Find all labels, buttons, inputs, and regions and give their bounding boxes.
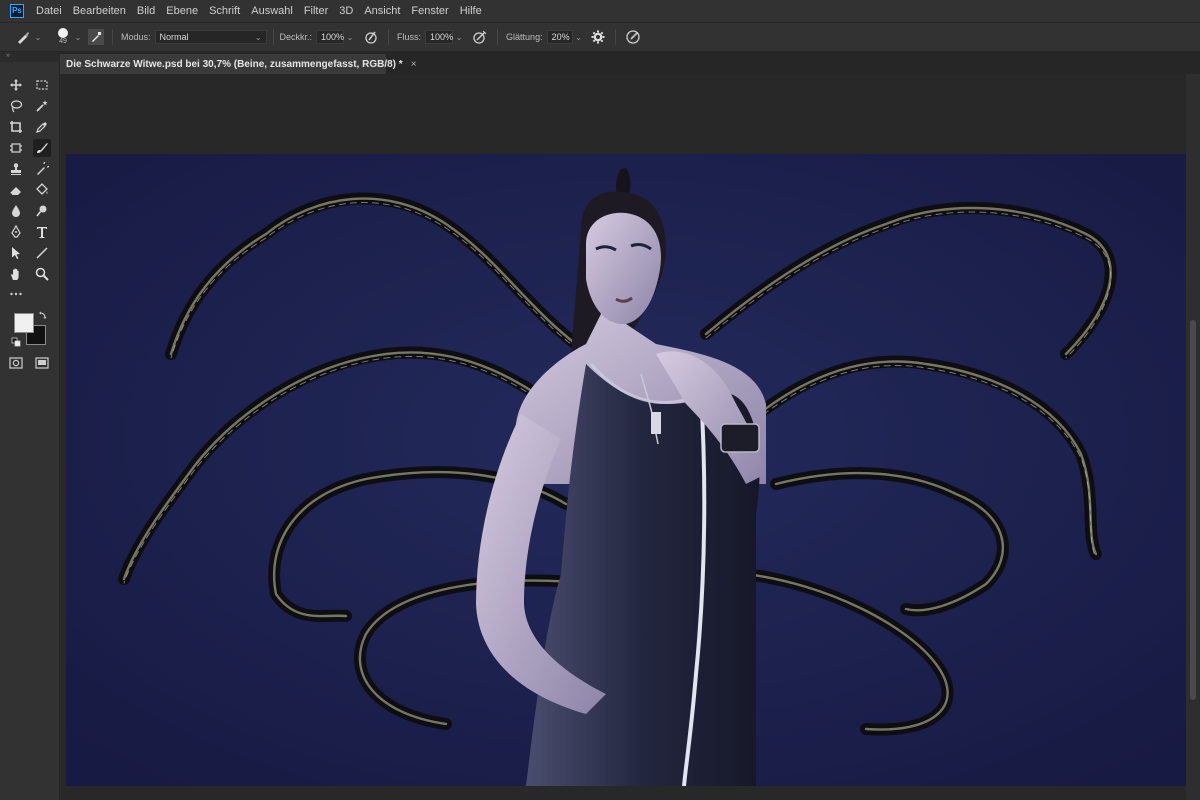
- path-selection-icon[interactable]: [7, 244, 25, 262]
- default-colors-icon[interactable]: [11, 337, 21, 350]
- marquee-tool-icon[interactable]: [33, 76, 51, 94]
- quick-mask-icon[interactable]: [7, 354, 25, 372]
- magic-wand-icon[interactable]: [33, 97, 51, 115]
- smoothing-slider-dropdown-icon[interactable]: ⌄: [573, 30, 585, 44]
- separator: [388, 29, 390, 45]
- tool-preset-dropdown-icon[interactable]: ⌄: [32, 30, 44, 44]
- brush-tool-icon[interactable]: [33, 139, 51, 157]
- opacity-slider-dropdown-icon[interactable]: ⌄: [344, 30, 356, 44]
- menu-filter[interactable]: Filter: [304, 5, 328, 17]
- menu-hilfe[interactable]: Hilfe: [460, 5, 482, 17]
- smoothing-label: Glättung:: [506, 32, 543, 42]
- eraser-icon[interactable]: [7, 181, 25, 199]
- blur-tool-icon[interactable]: [7, 202, 25, 220]
- brush-tip-icon: [58, 28, 68, 38]
- panel-collapse-handle[interactable]: »: [0, 52, 60, 62]
- pressure-opacity-icon[interactable]: [362, 28, 380, 46]
- more-tools-icon[interactable]: [7, 288, 25, 300]
- line-tool-icon[interactable]: [33, 244, 51, 262]
- smoothing-input[interactable]: 20%: [546, 30, 573, 44]
- separator: [272, 29, 274, 45]
- close-icon[interactable]: ×: [411, 59, 417, 70]
- document-tab[interactable]: Die Schwarze Witwe.psd bei 30,7% (Beine,…: [60, 54, 417, 74]
- zoom-tool-icon[interactable]: [33, 265, 51, 283]
- crop-tool-icon[interactable]: [7, 118, 25, 136]
- options-bar: ⌄ 49 ⌄ Modus: Normal ⌄ Deckkr.: 100% ⌄ F…: [0, 22, 1200, 52]
- screen-mode-icon[interactable]: [33, 354, 51, 372]
- menu-bar: Ps Datei Bearbeiten Bild Ebene Schrift A…: [0, 0, 1200, 22]
- brush-size-value: 49: [59, 38, 67, 45]
- opacity-input[interactable]: 100%: [316, 30, 344, 44]
- canvas-artwork: [66, 154, 1186, 786]
- separator: [614, 29, 616, 45]
- separator: [497, 29, 499, 45]
- clone-stamp-icon[interactable]: [7, 160, 25, 178]
- menu-auswahl[interactable]: Auswahl: [251, 5, 293, 17]
- mode-select[interactable]: Normal ⌄: [154, 30, 267, 44]
- document-tab-bar: Die Schwarze Witwe.psd bei 30,7% (Beine,…: [60, 52, 1200, 74]
- photoshop-logo-icon: Ps: [10, 4, 24, 18]
- smoothing-options-gear-icon[interactable]: [589, 28, 607, 46]
- paint-bucket-icon[interactable]: [33, 181, 51, 199]
- lasso-tool-icon[interactable]: [7, 97, 25, 115]
- move-tool-icon[interactable]: [7, 76, 25, 94]
- mode-label: Modus:: [121, 32, 151, 42]
- history-brush-icon[interactable]: [33, 160, 51, 178]
- foreground-color-swatch[interactable]: [14, 313, 34, 333]
- brush-picker-dropdown-icon[interactable]: ⌄: [72, 30, 84, 44]
- menu-ansicht[interactable]: Ansicht: [364, 5, 400, 17]
- flow-label: Fluss:: [397, 32, 422, 42]
- flow-input[interactable]: 100%: [425, 30, 453, 44]
- menu-ebene[interactable]: Ebene: [166, 5, 198, 17]
- document-canvas[interactable]: [66, 154, 1186, 786]
- brush-settings-panel-icon[interactable]: [88, 29, 104, 45]
- tools-panel: [0, 62, 60, 800]
- dodge-tool-icon[interactable]: [33, 202, 51, 220]
- frame-tool-icon[interactable]: [7, 139, 25, 157]
- airbrush-icon[interactable]: [471, 28, 489, 46]
- pen-tool-icon[interactable]: [7, 223, 25, 241]
- menu-3d[interactable]: 3D: [339, 5, 353, 17]
- menu-schrift[interactable]: Schrift: [209, 5, 240, 17]
- document-tab-title: Die Schwarze Witwe.psd bei 30,7% (Beine,…: [66, 58, 403, 70]
- brush-size-picker[interactable]: 49: [54, 28, 72, 46]
- menu-fenster[interactable]: Fenster: [411, 5, 448, 17]
- mode-value: Normal: [159, 32, 189, 42]
- chevron-down-icon: ⌄: [254, 32, 262, 42]
- separator: [112, 29, 113, 45]
- menu-bild[interactable]: Bild: [137, 5, 155, 17]
- menu-bearbeiten[interactable]: Bearbeiten: [73, 5, 126, 17]
- pressure-size-icon[interactable]: [624, 28, 642, 46]
- menu-datei[interactable]: Datei: [36, 5, 62, 17]
- eyedropper-icon[interactable]: [33, 118, 51, 136]
- swap-colors-icon[interactable]: [38, 310, 48, 323]
- opacity-label: Deckkr.:: [279, 32, 313, 42]
- vertical-scrollbar-thumb[interactable]: [1190, 320, 1196, 700]
- brush-preset-icon[interactable]: [14, 28, 32, 46]
- hand-tool-icon[interactable]: [7, 265, 25, 283]
- type-tool-icon[interactable]: [33, 223, 51, 241]
- flow-slider-dropdown-icon[interactable]: ⌄: [453, 30, 465, 44]
